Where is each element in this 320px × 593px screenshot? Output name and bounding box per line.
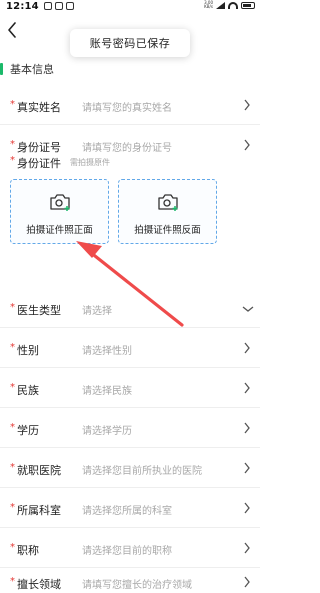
wifi-icon <box>228 1 238 9</box>
upload-id-front[interactable]: 拍摄证件照正面 <box>10 179 109 244</box>
field-hospital[interactable]: * 就职医院 请选择您目前所执业的医院 <box>0 450 260 488</box>
required-asterisk: * <box>10 422 15 433</box>
required-asterisk: * <box>10 576 15 587</box>
field-placeholder: 请选择您目前的职称 <box>82 546 172 557</box>
field-label: 就职医院 <box>17 464 61 477</box>
field-placeholder: 请选择性别 <box>82 346 132 357</box>
back-button[interactable] <box>4 18 20 42</box>
required-asterisk: * <box>10 382 15 393</box>
chevron-right-icon <box>244 576 250 588</box>
field-placeholder: 请填写您擅长的治疗领域 <box>82 580 192 591</box>
chevron-right-icon <box>244 382 250 394</box>
chevron-right-icon <box>244 342 250 354</box>
net-speed: 3.00 KB/s <box>204 0 213 9</box>
chevron-right-icon <box>244 422 250 434</box>
chevron-down-icon <box>242 306 254 312</box>
field-label: 职称 <box>17 544 39 557</box>
field-real-name[interactable]: * 真实姓名 请填写您的真实姓名 <box>0 87 260 125</box>
chevron-left-icon <box>8 22 16 38</box>
chevron-right-icon <box>244 462 250 474</box>
chevron-right-icon <box>244 542 250 554</box>
required-asterisk: * <box>10 155 15 166</box>
upload-id-back[interactable]: 拍摄证件照反面 <box>118 179 217 244</box>
field-placeholder: 请选择学历 <box>82 426 132 437</box>
status-right: 3.00 KB/s <box>204 1 255 9</box>
required-asterisk: * <box>10 302 15 313</box>
field-label: 学历 <box>17 424 39 437</box>
field-placeholder: 请填写您的真实姓名 <box>82 103 172 114</box>
field-label: 擅长领域 <box>17 578 61 591</box>
chevron-right-icon <box>244 502 250 514</box>
section-title: 基本信息 <box>10 63 54 76</box>
id-document-hint: 需拍摄原件 <box>70 158 110 167</box>
required-asterisk: * <box>10 342 15 353</box>
field-gender[interactable]: * 性别 请选择性别 <box>0 330 260 368</box>
field-placeholder: 请选择您所属的科室 <box>82 506 172 517</box>
field-label: 民族 <box>17 384 39 397</box>
id-document-label-row: * 身份证件 需拍摄原件 <box>0 145 260 175</box>
required-asterisk: * <box>10 542 15 553</box>
field-title[interactable]: * 职称 请选择您目前的职称 <box>0 530 260 568</box>
field-placeholder: 请选择民族 <box>82 386 132 397</box>
field-label: 性别 <box>17 344 39 357</box>
field-placeholder: 请选择您目前所执业的医院 <box>82 466 202 477</box>
field-ethnicity[interactable]: * 民族 请选择民族 <box>0 370 260 408</box>
section-header: 基本信息 <box>0 60 260 78</box>
section-accent-bar <box>0 63 3 75</box>
notification-icons <box>44 2 74 10</box>
required-asterisk: * <box>10 502 15 513</box>
status-time: 12:14 <box>6 1 39 12</box>
field-department[interactable]: * 所属科室 请选择您所属的科室 <box>0 490 260 528</box>
field-placeholder: 请选择 <box>82 306 112 317</box>
status-bar: 12:14 3.00 KB/s <box>0 0 260 14</box>
notification-icon <box>66 2 74 10</box>
notification-icon <box>55 2 63 10</box>
required-asterisk: * <box>10 99 15 110</box>
field-specialty[interactable]: * 擅长领域 请填写您擅长的治疗领域 <box>0 568 260 593</box>
upload-front-label: 拍摄证件照正面 <box>26 225 93 236</box>
upload-back-label: 拍摄证件照反面 <box>134 225 201 236</box>
battery-icon <box>241 1 255 9</box>
required-asterisk: * <box>10 462 15 473</box>
id-document-label: 身份证件 <box>17 157 61 170</box>
signal-icon <box>216 1 225 9</box>
chevron-right-icon <box>244 99 250 111</box>
notification-icon <box>44 2 52 10</box>
field-doctor-type[interactable]: * 医生类型 请选择 <box>0 290 260 328</box>
camera-plus-icon <box>50 194 70 211</box>
field-label: 医生类型 <box>17 304 61 317</box>
field-education[interactable]: * 学历 请选择学历 <box>0 410 260 448</box>
camera-plus-icon <box>158 194 178 211</box>
field-label: 所属科室 <box>17 504 61 517</box>
field-label: 真实姓名 <box>17 101 61 114</box>
toast-message: 账号密码已保存 <box>70 29 190 57</box>
